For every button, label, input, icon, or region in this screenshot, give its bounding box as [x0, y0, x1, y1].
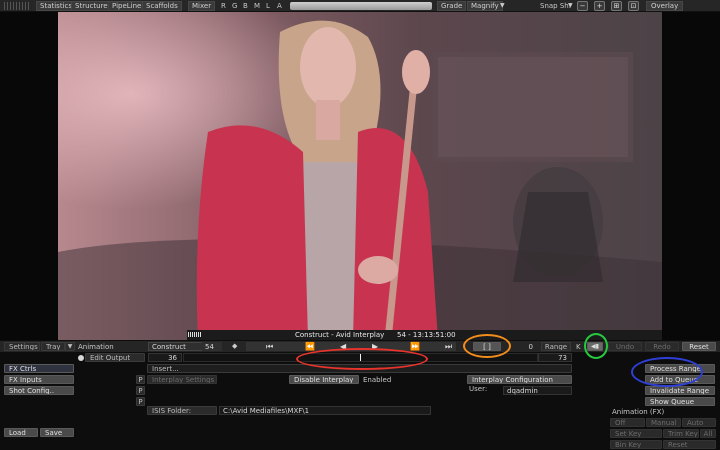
- edit-output-radio[interactable]: [78, 355, 84, 361]
- undo-button[interactable]: Undo: [608, 342, 642, 351]
- anim-manual-button[interactable]: Manual: [646, 418, 681, 427]
- step-forward-icon[interactable]: ⏩: [410, 342, 420, 351]
- fullscreen-icon[interactable]: ⊡: [628, 1, 639, 11]
- redo-button[interactable]: Redo: [645, 342, 679, 351]
- isis-folder-field[interactable]: C:\Avid Mediafiles\MXF\1: [219, 406, 431, 415]
- out-point-field[interactable]: 73: [538, 353, 572, 362]
- user-field[interactable]: dqadmin: [503, 386, 572, 395]
- interplay-configuration-button[interactable]: Interplay Configuration: [467, 375, 572, 384]
- overlay-button[interactable]: Overlay: [646, 1, 684, 11]
- channel-r[interactable]: R: [221, 2, 226, 10]
- isis-folder-label: ISIS Folder:: [147, 406, 217, 415]
- set-key-button[interactable]: Set Key: [610, 429, 662, 438]
- user-label: User:: [469, 385, 488, 393]
- play-marker-icon[interactable]: ◆: [232, 342, 237, 350]
- in-point-field[interactable]: 36: [148, 353, 182, 362]
- mixer-button[interactable]: Mixer: [188, 1, 216, 11]
- cache-indicator: [188, 332, 202, 337]
- magnify-button[interactable]: Magnify: [467, 1, 503, 11]
- key-indicator[interactable]: K: [576, 343, 581, 351]
- fx-ctrls-button[interactable]: FX Ctrls: [4, 364, 74, 373]
- pipeline-button[interactable]: PipeLine: [108, 1, 146, 11]
- reset-button[interactable]: Reset: [682, 342, 716, 351]
- pin-button-2[interactable]: P: [136, 386, 145, 395]
- viewer-timecode: 54 - 13:13:51:00: [397, 331, 456, 339]
- tray-dropdown-icon[interactable]: ▼: [65, 342, 75, 351]
- tab-settings[interactable]: Settings: [4, 342, 40, 351]
- in-point-value: 36: [168, 353, 177, 362]
- fit-icon[interactable]: ⊞: [611, 1, 622, 11]
- show-queue-button[interactable]: Show Queue: [645, 397, 715, 406]
- save-button[interactable]: Save: [40, 428, 74, 437]
- snapshot-button[interactable]: Snap Sh.: [540, 2, 571, 10]
- tab-tray[interactable]: Tray: [41, 342, 65, 351]
- invalidate-range-button[interactable]: Invalidate Range: [645, 386, 715, 395]
- channel-l[interactable]: L: [266, 2, 270, 10]
- snapshot-dropdown-icon[interactable]: ▼: [568, 2, 573, 9]
- tab-animation[interactable]: Animation: [78, 343, 114, 351]
- edit-output-label[interactable]: Edit Output: [85, 353, 145, 362]
- zoom-out-icon[interactable]: −: [577, 1, 588, 11]
- range-start-value: 0: [528, 342, 533, 351]
- go-to-start-icon[interactable]: ⏮: [266, 342, 273, 352]
- pin-button-1[interactable]: P: [136, 375, 145, 384]
- interplay-status: Enabled: [363, 376, 392, 384]
- all-keys-button[interactable]: All: [700, 429, 716, 438]
- shot-config-button[interactable]: Shot Config..: [4, 386, 74, 395]
- magnify-dropdown-icon[interactable]: ▼: [500, 2, 505, 9]
- step-back-icon[interactable]: ⏪: [305, 342, 315, 351]
- video-frame[interactable]: [58, 12, 662, 340]
- channel-g[interactable]: G: [232, 2, 237, 10]
- animation-fx-title: Animation (FX): [612, 408, 665, 416]
- orange-annotation-ellipse: [463, 334, 511, 358]
- viewer-caption: Construct - Avid Interplay: [295, 331, 385, 339]
- load-button[interactable]: Load: [4, 428, 38, 437]
- interplay-settings-button[interactable]: Interplay Settings: [147, 375, 217, 384]
- red-annotation-ellipse: [296, 348, 428, 370]
- frame-field[interactable]: 54: [202, 342, 222, 351]
- scaffolds-button[interactable]: Scaffolds: [142, 1, 182, 11]
- statistics-button[interactable]: Statistics: [36, 1, 76, 11]
- pin-button-3[interactable]: P: [136, 397, 145, 406]
- green-annotation-ellipse: [584, 333, 608, 359]
- anim-off-button[interactable]: Off: [610, 418, 645, 427]
- grip-icon: [4, 2, 29, 10]
- channel-m[interactable]: M: [254, 2, 260, 10]
- bin-key-button[interactable]: Bin Key: [610, 440, 662, 449]
- structure-button[interactable]: Structure: [71, 1, 112, 11]
- zoom-slider[interactable]: [290, 2, 432, 10]
- go-to-end-icon[interactable]: ⏭: [445, 342, 452, 352]
- grade-button[interactable]: Grade: [437, 1, 467, 11]
- zoom-in-icon[interactable]: +: [594, 1, 605, 11]
- out-point-value: 73: [558, 353, 567, 362]
- reset-key-button[interactable]: Reset: [663, 440, 716, 449]
- fx-inputs-button[interactable]: FX Inputs: [4, 375, 74, 384]
- range-button[interactable]: Range: [541, 342, 571, 351]
- channel-b[interactable]: B: [243, 2, 248, 10]
- blue-annotation-ellipse: [631, 357, 703, 387]
- anim-auto-button[interactable]: Auto: [682, 418, 716, 427]
- disable-interplay-button[interactable]: Disable Interplay: [289, 375, 359, 384]
- trim-key-button[interactable]: Trim Key: [663, 429, 699, 438]
- channel-a[interactable]: A: [277, 2, 282, 10]
